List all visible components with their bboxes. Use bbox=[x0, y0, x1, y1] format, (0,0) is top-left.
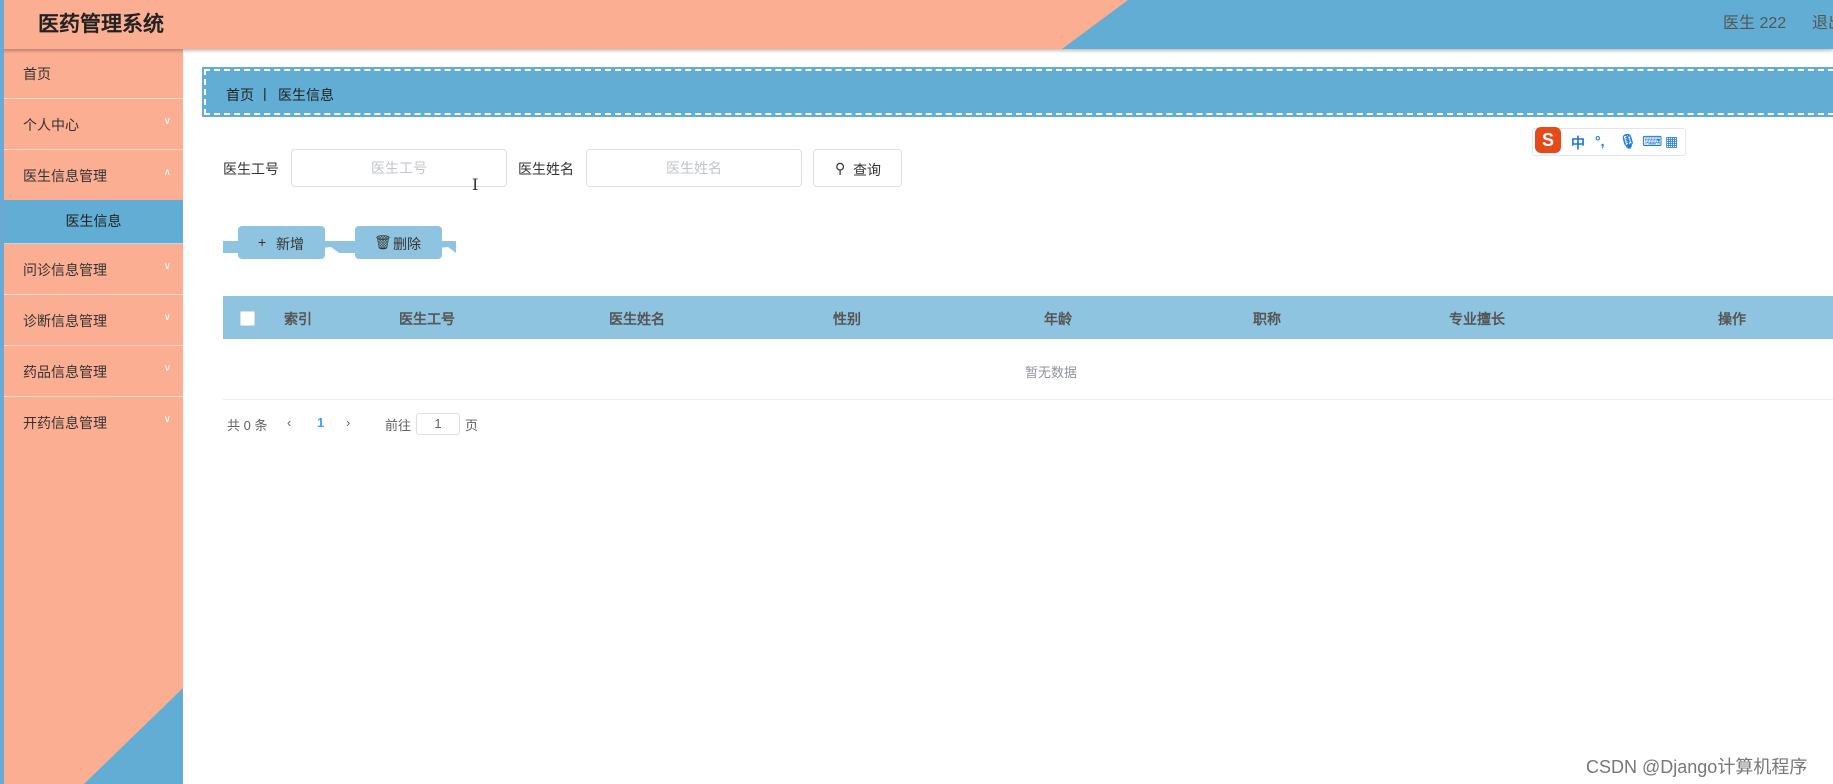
pagination-page-suffix: 页 bbox=[465, 418, 479, 433]
column-header-doctor-id: 医生工号 bbox=[399, 311, 455, 327]
column-header-doctor-name: 医生姓名 bbox=[609, 311, 665, 327]
add-button-label: 新增 bbox=[276, 236, 304, 252]
sidebar-corner-decoration bbox=[84, 688, 183, 784]
current-user: 医生 222 bbox=[1723, 15, 1787, 32]
watermark: CSDN @Django计算机程序 bbox=[1586, 757, 1808, 777]
pagination-goto-input[interactable]: 1 bbox=[416, 413, 460, 435]
pagination-next-icon[interactable]: › bbox=[346, 415, 350, 430]
pagination-goto-label: 前往 bbox=[385, 418, 412, 433]
app-title: 医药管理系统 bbox=[38, 13, 164, 36]
delete-button[interactable]: 🗑 删除 bbox=[355, 226, 442, 259]
column-header-gender: 性别 bbox=[833, 311, 861, 327]
doctor-name-input[interactable]: 医生姓名 bbox=[586, 149, 802, 187]
chevron-down-icon: ∨ bbox=[163, 312, 171, 323]
sidebar-item-label: 问诊信息管理 bbox=[23, 262, 107, 278]
keyboard-icon[interactable]: ⌨ bbox=[1642, 133, 1662, 150]
sidebar-subitem-doctor-info[interactable]: 医生信息 bbox=[4, 200, 183, 244]
query-button[interactable]: ⚲ 查询 bbox=[813, 149, 902, 187]
sidebar-item-label: 诊断信息管理 bbox=[23, 313, 107, 329]
logout-link[interactable]: 退出 bbox=[1812, 9, 1833, 33]
column-header-specialty: 专业擅长 bbox=[1449, 311, 1505, 327]
pagination-total: 共 0 条 bbox=[227, 418, 268, 433]
grid-menu-icon[interactable]: ▦ bbox=[1665, 133, 1678, 150]
punctuation-icon[interactable]: °, bbox=[1595, 133, 1605, 149]
column-header-title: 职称 bbox=[1253, 311, 1281, 327]
pagination-prev-icon[interactable]: ‹ bbox=[287, 415, 291, 430]
column-header-age: 年龄 bbox=[1044, 311, 1072, 327]
window-edge bbox=[0, 0, 4, 784]
pagination-page-1[interactable]: 1 bbox=[317, 415, 324, 430]
sidebar-item-label: 医生信息管理 bbox=[23, 168, 107, 184]
column-header-index: 索引 bbox=[284, 311, 312, 327]
table-header: 索引 医生工号 医生姓名 性别 年龄 职称 专业擅长 操作 bbox=[223, 296, 1833, 339]
chevron-down-icon: ∨ bbox=[163, 414, 171, 425]
sidebar-item-label: 医生信息 bbox=[65, 213, 122, 229]
plus-icon: + bbox=[258, 234, 267, 250]
microphone-icon[interactable]: 🎙 bbox=[1619, 133, 1637, 150]
delete-button-label: 删除 bbox=[393, 236, 421, 252]
sidebar-item-medicine-management[interactable]: 药品信息管理 ∨ bbox=[4, 346, 183, 397]
ime-language-toggle[interactable]: 中 bbox=[1571, 133, 1585, 153]
top-header: 医药管理系统 医生 222 退出 bbox=[0, 0, 1833, 49]
trash-icon: 🗑 bbox=[374, 234, 392, 250]
doctor-name-label: 医生姓名 bbox=[518, 161, 574, 177]
breadcrumb-separator: | bbox=[263, 85, 267, 101]
sidebar-item-prescription-management[interactable]: 开药信息管理 ∨ bbox=[4, 397, 183, 447]
doctor-id-label: 医生工号 bbox=[223, 161, 279, 177]
breadcrumb-home[interactable]: 首页 bbox=[226, 85, 254, 105]
column-header-actions: 操作 bbox=[1718, 311, 1746, 327]
sidebar-item-diagnosis-management[interactable]: 诊断信息管理 ∨ bbox=[4, 295, 183, 346]
breadcrumb-current: 医生信息 bbox=[278, 87, 334, 103]
sidebar-item-doctor-management[interactable]: 医生信息管理 ∧ bbox=[4, 150, 183, 200]
sidebar-item-label: 首页 bbox=[23, 66, 51, 82]
sidebar-item-consultation-management[interactable]: 问诊信息管理 ∨ bbox=[4, 244, 183, 295]
search-icon: ⚲ bbox=[835, 160, 846, 176]
chevron-down-icon: ∨ bbox=[163, 261, 171, 272]
sidebar-item-personal-center[interactable]: 个人中心 ∨ bbox=[4, 99, 183, 150]
chevron-up-icon: ∧ bbox=[163, 167, 171, 178]
table-empty-text: 暂无数据 bbox=[1025, 365, 1078, 380]
sidebar: 首页 个人中心 ∨ 医生信息管理 ∧ 医生信息 问诊信息管理 ∨ 诊断信息管理 … bbox=[4, 49, 183, 784]
header-salmon-band bbox=[0, 0, 1128, 49]
breadcrumb: 首页 | 医生信息 bbox=[202, 67, 1833, 117]
sidebar-item-home[interactable]: 首页 bbox=[4, 49, 183, 99]
add-button[interactable]: + 新增 bbox=[238, 226, 325, 259]
ime-toolbar[interactable]: S 中 °, 🎙 ⌨ ▦ bbox=[1532, 127, 1686, 156]
sogou-logo-icon: S bbox=[1535, 127, 1561, 153]
sidebar-item-label: 药品信息管理 bbox=[23, 364, 107, 380]
chevron-down-icon: ∨ bbox=[163, 363, 171, 374]
select-all-checkbox[interactable] bbox=[240, 311, 255, 326]
sidebar-item-label: 个人中心 bbox=[23, 117, 79, 133]
chevron-down-icon: ∨ bbox=[163, 116, 171, 127]
sidebar-item-label: 开药信息管理 bbox=[23, 415, 107, 431]
query-button-label: 查询 bbox=[853, 162, 881, 178]
text-cursor-icon: I bbox=[472, 175, 479, 194]
